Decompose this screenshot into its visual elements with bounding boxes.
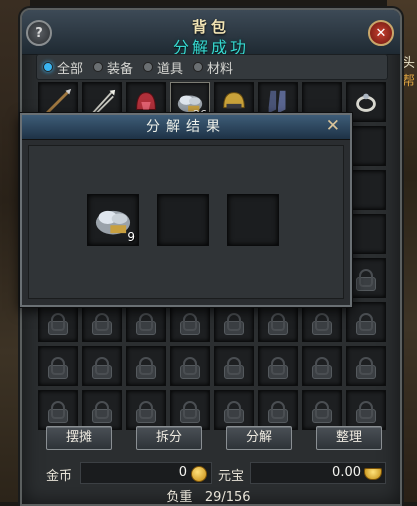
yuanbao-field: 0.00 <box>250 462 386 484</box>
locked-slot <box>302 390 342 430</box>
popup-close-icon[interactable]: ✕ <box>326 116 340 136</box>
gold-value: 0 <box>178 465 187 480</box>
split-button[interactable]: 拆分 <box>136 426 202 450</box>
locked-slot <box>126 346 166 386</box>
locked-slot <box>82 302 122 342</box>
result-count: 9 <box>127 230 135 244</box>
locked-slot <box>126 302 166 342</box>
filter-tabs: 全部 装备 道具 材料 <box>36 54 388 80</box>
inventory-slot[interactable] <box>346 82 386 122</box>
locked-slot <box>302 302 342 342</box>
locked-slot <box>170 346 210 386</box>
close-icon: ✕ <box>375 25 387 41</box>
gold-coin-icon <box>191 466 207 482</box>
question-icon: ? <box>35 25 43 41</box>
locked-slot <box>214 346 254 386</box>
locked-slot <box>258 346 298 386</box>
yuanbao-value: 0.00 <box>332 465 361 480</box>
radio-icon <box>93 62 104 72</box>
decompose-result-popup: 分解结果 ✕ 9 <box>20 113 352 307</box>
inventory-slot[interactable] <box>346 214 386 254</box>
radio-icon <box>43 62 53 72</box>
title-bar: 背包 分解成功 ? ✕ <box>22 10 400 57</box>
locked-slot <box>82 390 122 430</box>
locked-slot <box>258 390 298 430</box>
radio-icon <box>143 62 154 72</box>
stall-button[interactable]: 摆摊 <box>46 426 112 450</box>
locked-slot <box>346 258 386 298</box>
background-text-2: 帮 <box>401 74 415 89</box>
tab-label: 道具 <box>157 61 184 77</box>
popup-title: 分解结果 <box>22 115 350 140</box>
locked-slot <box>346 302 386 342</box>
locked-slot <box>38 302 78 342</box>
tab-items[interactable]: 道具 <box>143 58 183 77</box>
gold-label: 金币 <box>46 469 73 484</box>
decompose-button[interactable]: 分解 <box>226 426 292 450</box>
locked-slot <box>170 302 210 342</box>
currency-row: 金币 0 元宝 0.00 <box>40 462 386 484</box>
ring-icon <box>351 87 381 117</box>
weight-label: 负重 <box>166 490 193 505</box>
locked-slot <box>82 346 122 386</box>
result-slot[interactable] <box>157 194 209 246</box>
locked-slot <box>214 302 254 342</box>
locked-slot <box>38 346 78 386</box>
locked-slot <box>302 346 342 386</box>
weight-value: 29/156 <box>204 490 251 505</box>
tab-all[interactable]: 全部 <box>43 58 83 77</box>
weight-display: 负重 29/156 <box>0 486 417 505</box>
ingot-icon <box>364 468 382 480</box>
locked-slot <box>346 390 386 430</box>
result-slots: 9 <box>87 194 279 246</box>
popup-body: 9 <box>28 145 344 299</box>
inventory-slot[interactable] <box>346 126 386 166</box>
gold-field: 0 <box>80 462 212 484</box>
tab-label: 全部 <box>57 61 84 77</box>
action-buttons: 摆摊 拆分 分解 整理 <box>46 426 382 450</box>
background-text-1: 头 <box>401 56 415 71</box>
inventory-slot[interactable] <box>346 170 386 210</box>
locked-slot <box>214 390 254 430</box>
tab-label: 材料 <box>207 61 234 77</box>
locked-slot <box>38 390 78 430</box>
result-slot[interactable] <box>227 194 279 246</box>
sort-button[interactable]: 整理 <box>316 426 382 450</box>
tab-label: 装备 <box>107 61 134 77</box>
tab-materials[interactable]: 材料 <box>193 58 233 77</box>
yuanbao-label: 元宝 <box>218 469 245 484</box>
close-button[interactable]: ✕ <box>368 20 394 46</box>
locked-slot <box>258 302 298 342</box>
help-button[interactable]: ? <box>26 20 52 46</box>
result-slot[interactable]: 9 <box>87 194 139 246</box>
tab-equipment[interactable]: 装备 <box>93 58 133 77</box>
locked-slot <box>126 390 166 430</box>
locked-slot <box>346 346 386 386</box>
radio-icon <box>193 62 204 72</box>
locked-slot <box>170 390 210 430</box>
